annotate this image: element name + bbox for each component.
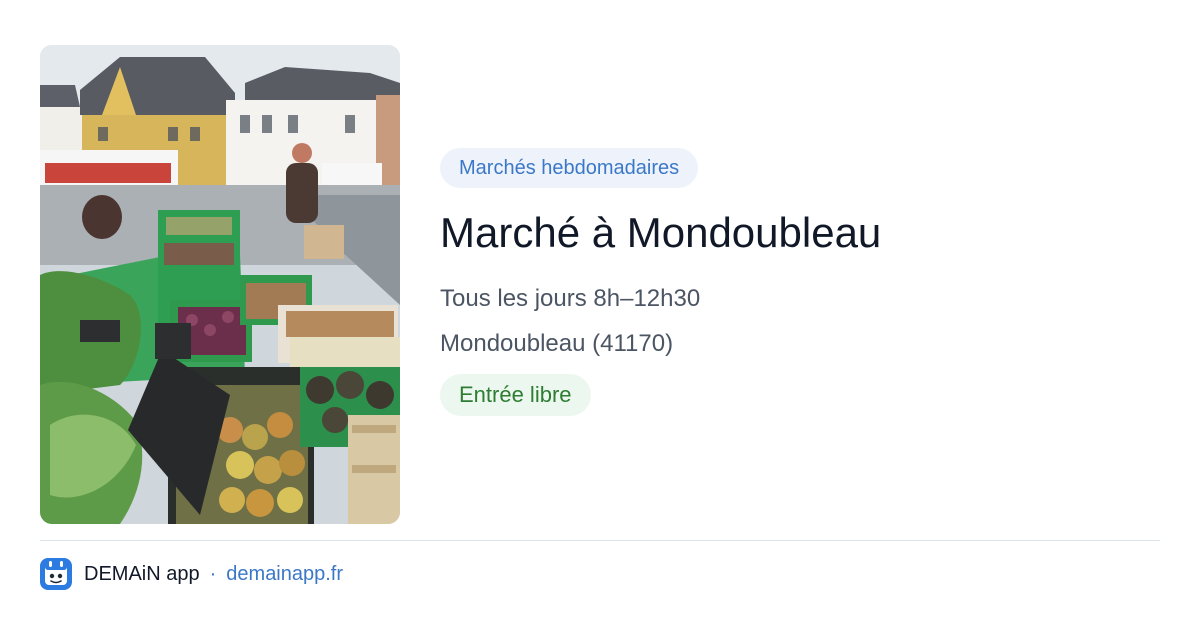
footer-separator: · — [209, 562, 217, 585]
app-name: DEMAiN app — [84, 562, 200, 585]
share-card: Marchés hebdomadaires Marché à Mondouble… — [0, 0, 1200, 630]
event-schedule: Tous les jours 8h–12h30 — [440, 285, 701, 312]
access-badge: Entrée libre — [440, 374, 591, 416]
event-info: Marchés hebdomadaires Marché à Mondouble… — [440, 148, 1160, 416]
category-badge[interactable]: Marchés hebdomadaires — [440, 148, 699, 188]
footer-divider — [40, 540, 1160, 541]
event-location: Mondoubleau (41170) — [440, 330, 674, 357]
demain-logo-icon — [40, 558, 72, 590]
event-title: Marché à Mondoubleau — [440, 209, 882, 256]
market-photo — [40, 45, 400, 524]
footer: DEMAiN app · demainapp.fr — [40, 557, 343, 591]
site-link[interactable]: demainapp.fr — [226, 563, 343, 586]
